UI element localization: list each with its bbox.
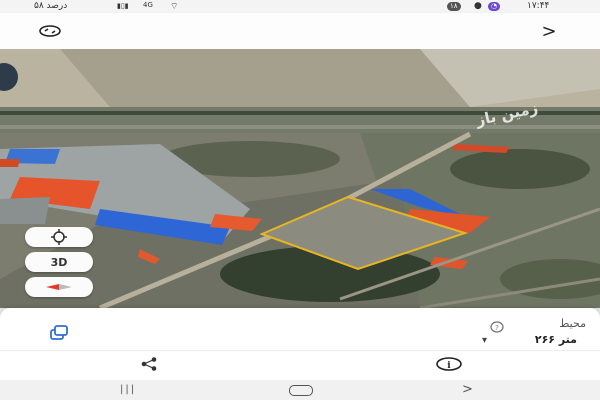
message-icon: ● [474, 1, 482, 11]
wifi-icon: ⌔ [170, 2, 179, 12]
status-bar: ۵۸ درصد ▮▯▮ 4G ⌔ ۱۸ ● ◔ ۱۷:۴۴ [0, 0, 600, 13]
recent-apps-button[interactable]: ||| [120, 384, 136, 395]
compass-button[interactable] [25, 277, 93, 297]
svg-text:i: i [447, 361, 451, 371]
measurement-sheet: ? محیط ▾ ۲۶۶ متر i [0, 308, 600, 380]
compass-icon [46, 284, 72, 290]
clock: ۱۷:۴۴ [527, 1, 550, 11]
perimeter-value: ۲۶۶ متر [534, 333, 577, 346]
copy-icon [50, 325, 68, 340]
share-button[interactable] [138, 354, 160, 374]
swap-icon [39, 25, 61, 37]
home-button[interactable] [289, 385, 313, 396]
back-button[interactable]: > [538, 20, 560, 42]
sheet-title: محیط [559, 317, 586, 330]
info-icon: i [436, 357, 462, 371]
share-icon [141, 357, 157, 371]
battery-text: ۵۸ درصد [34, 1, 68, 11]
signal-icon: ▮▯▮ [117, 2, 129, 10]
layers-toggle-button[interactable] [36, 21, 64, 41]
divider [0, 350, 600, 351]
crosshair-icon [51, 229, 67, 245]
info-button[interactable]: i [434, 354, 464, 374]
help-icon[interactable]: ? [490, 318, 506, 333]
3d-label: 3D [50, 255, 68, 269]
back-nav-button[interactable]: > [462, 382, 473, 397]
3d-mode-button[interactable]: 3D [25, 252, 93, 272]
top-app-bar: > [0, 13, 600, 49]
network-type: 4G [143, 1, 153, 9]
copy-button[interactable] [45, 324, 73, 342]
system-navigation-bar: ||| > [0, 380, 600, 400]
my-location-button[interactable] [25, 227, 93, 247]
chevron-right-icon: > [541, 20, 557, 42]
expand-icon[interactable]: ▾ [482, 335, 487, 346]
svg-text:?: ? [495, 324, 499, 332]
